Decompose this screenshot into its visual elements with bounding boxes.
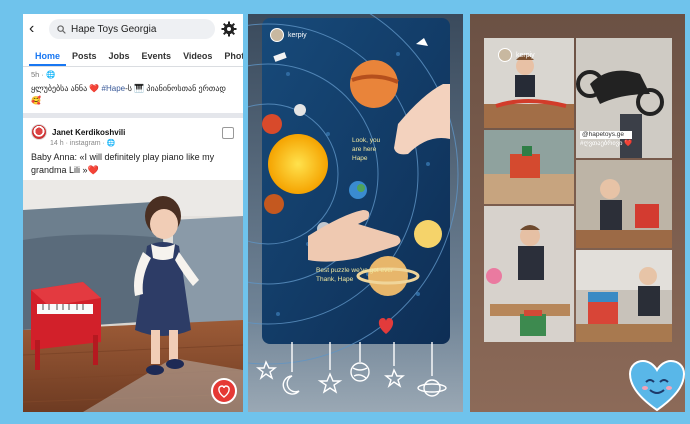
heart-sticker-icon [628,360,686,412]
back-arrow-icon[interactable]: ‹ [29,21,43,37]
story-user[interactable]: kerpiy [270,28,307,42]
instagram-story-puzzle: kerpiy Look, you are here Hape Best puzz… [248,14,463,412]
story-username[interactable]: kerpiy [288,32,307,39]
post-meta: 14 h · instagram · [50,140,107,147]
mention-tag[interactable]: @hapetoys.ge [580,131,633,139]
fb-top-bar: ‹ Hape Toys Georgia [23,14,243,44]
post-meta: 5h · [31,70,47,79]
facebook-screenshot: ‹ Hape Toys Georgia Home Posts Jobs Even… [23,14,243,412]
hashtag-link[interactable]: #Hape [102,84,126,93]
post-author[interactable]: Janet Kerdikoshvili [52,128,125,137]
instagram-story-collage: kerpiy @hapetoys.ge #ღვთაებრივი ❤️ [470,14,685,412]
collage-photos [484,38,672,342]
hashtag-sticker[interactable]: #ღვთაებრივი ❤️ [580,140,632,148]
avatar[interactable] [498,48,512,62]
search-icon [57,24,66,34]
post-text-start: ყლუბებსა ანნა ❤️ [31,84,102,93]
hape-logo-badge [211,378,237,404]
tab-events[interactable]: Events [136,51,178,66]
story-caption-top: Look, you are here Hape [352,137,381,162]
avatar[interactable] [31,124,47,140]
tab-photos[interactable]: Phot [218,51,243,66]
story-caption-bottom: Best puzzle we've got ever Thank, Hape [316,267,394,283]
tab-videos[interactable]: Videos [177,51,218,66]
space-doodles [256,342,447,397]
globe-icon: 🌐 [46,70,56,79]
heart-logo-icon [218,385,230,398]
post-text: ყლუბებსა ანნა ❤️ #Hape-ს 🎹 პიანინოსთან ე… [31,83,235,107]
story-username[interactable]: kerpiy [516,52,535,59]
tab-posts[interactable]: Posts [66,51,103,66]
share-icon[interactable] [222,127,234,139]
search-text: Hape Toys Georgia [71,23,157,35]
post-photo[interactable] [23,180,243,412]
tab-jobs[interactable]: Jobs [103,51,136,66]
globe-icon: 🌐 [106,140,116,147]
previous-post: 5h · 🌐 ყლუბებსა ანნა ❤️ #Hape-ს 🎹 პიანინ… [23,67,243,109]
gear-icon[interactable] [221,21,237,37]
child-piano-photo [23,180,243,412]
page-tabs: Home Posts Jobs Events Videos Phot [23,44,243,67]
shared-post: Janet Kerdikoshvili 14 h · instagram · 🌐… [23,118,243,181]
search-input[interactable]: Hape Toys Georgia [49,19,215,39]
post-caption: Baby Anna: «I will definitely play piano… [31,152,215,175]
avatar[interactable] [270,28,284,42]
story-user[interactable]: kerpiy [498,48,535,62]
tab-home[interactable]: Home [29,51,67,66]
